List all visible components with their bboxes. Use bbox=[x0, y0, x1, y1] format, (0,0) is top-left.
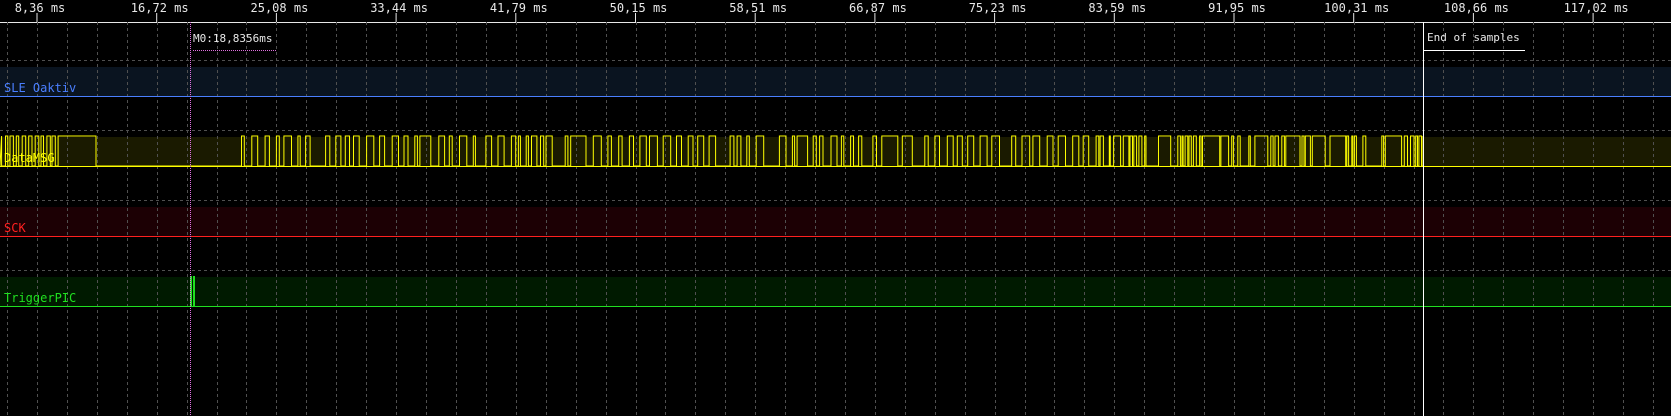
ruler-tick-label: 25,08 ms bbox=[251, 1, 309, 15]
lane-bg-datamsg bbox=[0, 137, 1671, 167]
ruler-tick-label: 8,36 ms bbox=[15, 1, 66, 15]
lane-bg-sle-oaktiv bbox=[0, 67, 1671, 97]
ruler-tick-label: 50,15 ms bbox=[610, 1, 668, 15]
logic-analyzer-view[interactable]: 8,36 ms 16,72 ms 25,08 ms 33,44 ms 41,79 ms 5… bbox=[0, 0, 1671, 416]
ruler-tick-label: 66,87 ms bbox=[849, 1, 907, 15]
waveform-canvas[interactable]: 8,36 ms 16,72 ms 25,08 ms 33,44 ms 41,79 ms 5… bbox=[0, 0, 1671, 416]
ruler-tick-label: 16,72 ms bbox=[131, 1, 189, 15]
end-of-samples-label: End of samples bbox=[1427, 31, 1520, 44]
ruler-tick-label: 33,44 ms bbox=[370, 1, 428, 15]
lane-bg-triggerpic bbox=[0, 277, 1671, 307]
lane-bg-sck bbox=[0, 207, 1671, 237]
ruler-tick-label: 41,79 ms bbox=[490, 1, 548, 15]
waveforms bbox=[0, 96, 1671, 307]
ruler-tick-label: 108,66 ms bbox=[1444, 1, 1509, 15]
ruler-tick-label: 100,31 ms bbox=[1324, 1, 1389, 15]
time-ruler[interactable]: 8,36 ms 16,72 ms 25,08 ms 33,44 ms 41,79 ms 5… bbox=[0, 1, 1671, 23]
channel-label-datamsg[interactable]: DataMSG bbox=[4, 151, 55, 165]
ruler-tick-label: 91,95 ms bbox=[1208, 1, 1266, 15]
ruler-tick-label: 117,02 ms bbox=[1564, 1, 1629, 15]
marker-label[interactable]: M0:18,8356ms bbox=[193, 32, 272, 45]
channel-label-sle-oaktiv[interactable]: SLE Oaktiv bbox=[4, 81, 76, 95]
channel-label-sck[interactable]: SCK bbox=[4, 221, 26, 235]
wave-triggerpic-pulse bbox=[193, 276, 195, 306]
ruler-tick-label: 83,59 ms bbox=[1088, 1, 1146, 15]
channel-labels: SLE Oaktiv DataMSG SCK TriggerPIC bbox=[4, 81, 76, 305]
ruler-tick-label: 58,51 ms bbox=[729, 1, 787, 15]
ruler-tick-label: 75,23 ms bbox=[969, 1, 1027, 15]
channel-label-triggerpic[interactable]: TriggerPIC bbox=[4, 291, 76, 305]
